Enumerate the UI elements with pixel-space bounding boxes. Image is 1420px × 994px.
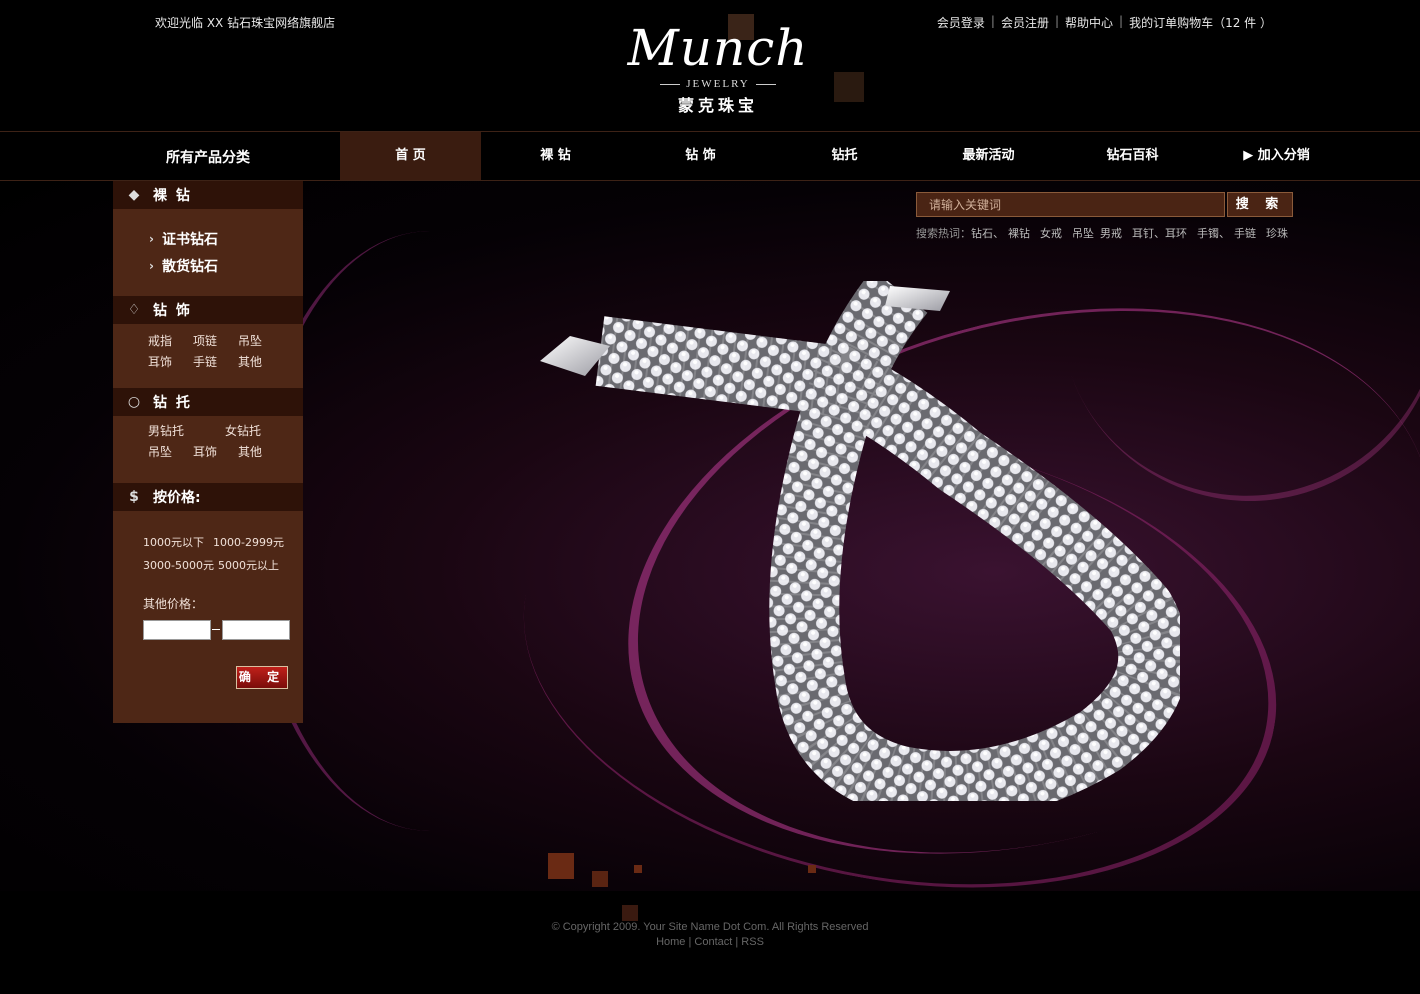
decor-square xyxy=(548,853,574,879)
dollar-icon: $ xyxy=(129,489,141,505)
nav-item-mounting[interactable]: 钻托 xyxy=(774,132,915,180)
copyright-text: © Copyright 2009. Your Site Name Dot Com… xyxy=(551,921,869,933)
sidebar-item-ring[interactable]: 戒指 xyxy=(148,332,172,349)
price-option-1000-2999[interactable]: 1000-2999元 xyxy=(213,534,284,550)
decor-square xyxy=(634,865,642,873)
chevron-right-icon: › xyxy=(149,232,154,246)
nav-item-events[interactable]: 最新活动 xyxy=(918,132,1059,180)
nav-item-distribution[interactable]: ▶ 加入分销 xyxy=(1206,132,1347,180)
ring-icon: ○ xyxy=(127,394,143,410)
category-sidebar: ◆ 裸 钻 › 证书钻石 › 散货钻石 ♢ 钻 饰 戒指 项链 吊坠 耳饰 手链… xyxy=(113,181,303,723)
hot-word[interactable]: 珍珠 xyxy=(1266,225,1288,241)
price-option-3000-5000[interactable]: 3000-5000元 xyxy=(143,557,214,573)
sidebar-item-men-mount[interactable]: 男钻托 xyxy=(148,422,184,439)
footer-links: Home | Contact | RSS xyxy=(656,936,764,948)
footer-link-home[interactable]: Home xyxy=(656,936,685,948)
logo-script: Munch xyxy=(627,19,809,77)
sidebar-item-pendant[interactable]: 吊坠 xyxy=(238,332,262,349)
decor-square xyxy=(808,865,816,873)
all-categories-label: 所有产品分类 xyxy=(166,150,250,166)
decor-square xyxy=(592,871,608,887)
site-logo[interactable]: Munch JEWELRY 蒙克珠宝 xyxy=(608,20,828,120)
price-range-dash xyxy=(212,629,220,630)
page-footer: © Copyright 2009. Your Site Name Dot Com… xyxy=(0,891,1420,994)
price-option-over-5000[interactable]: 5000元以上 xyxy=(218,557,279,573)
main-nav: 所有产品分类 首 页 裸 钻 钻 饰 钻托 最新活动 钻石百科 ▶ 加入分销 xyxy=(0,131,1420,181)
top-bar: 欢迎光临 XX 钻石珠宝网络旗舰店 Munch JEWELRY 蒙克珠宝 会员登… xyxy=(0,0,1420,131)
nav-item-home[interactable]: 首 页 xyxy=(340,132,481,180)
search-input[interactable] xyxy=(916,192,1225,217)
hot-search-label: 搜索热词： xyxy=(916,227,971,240)
top-links: 会员登录 | 会员注册 | 帮助中心 | 我的订单购物车（12 件 ） xyxy=(936,14,1272,31)
decor-square xyxy=(622,905,638,921)
sidebar-link-certified-diamond[interactable]: › 证书钻石 xyxy=(149,229,218,249)
sidebar-head-loose-diamond: ◆ 裸 钻 xyxy=(113,181,303,209)
min-price-input[interactable] xyxy=(143,620,211,640)
logo-chinese-name: 蒙克珠宝 xyxy=(677,96,758,115)
hot-word[interactable]: 吊坠 xyxy=(1072,225,1094,241)
sidebar-item-other[interactable]: 其他 xyxy=(238,353,262,370)
max-price-input[interactable] xyxy=(222,620,290,640)
sidebar-item-women-mount[interactable]: 女钻托 xyxy=(225,422,261,439)
logo-subtitle: JEWELRY xyxy=(608,78,828,90)
sidebar-item-necklace[interactable]: 项链 xyxy=(193,332,217,349)
sidebar-head-jewelry: ♢ 钻 饰 xyxy=(113,296,303,324)
hot-word[interactable]: 手链 xyxy=(1234,225,1256,241)
sidebar-item-bracelet[interactable]: 手链 xyxy=(193,353,217,370)
welcome-text: 欢迎光临 XX 钻石珠宝网络旗舰店 xyxy=(155,16,336,30)
diamond-icon: ◆ xyxy=(128,187,142,203)
footer-link-contact[interactable]: Contact xyxy=(694,936,732,948)
login-link[interactable]: 会员登录 xyxy=(937,14,985,31)
nav-item-loose-diamond[interactable]: 裸 钻 xyxy=(485,132,626,180)
help-link[interactable]: 帮助中心 xyxy=(1065,14,1113,31)
nav-item-encyclopedia[interactable]: 钻石百科 xyxy=(1062,132,1203,180)
chevron-right-icon: › xyxy=(149,259,154,273)
sidebar-link-bulk-diamond[interactable]: › 散货钻石 xyxy=(149,256,218,276)
decor-square xyxy=(834,72,864,102)
sidebar-item-earring-mount[interactable]: 耳饰 xyxy=(193,443,217,460)
hot-search-words: 搜索热词： 钻石、 裸钻 女戒 吊坠 男戒 耳钉、耳环 手镯、 手链 珍珠 xyxy=(916,225,1288,241)
diamond-bracelet-image xyxy=(540,281,1180,801)
search-button[interactable]: 搜 索 xyxy=(1227,192,1293,217)
nav-item-jewelry[interactable]: 钻 饰 xyxy=(630,132,771,180)
sidebar-head-mounting: ○ 钻 托 xyxy=(113,388,303,416)
sidebar-head-price: $ 按价格: xyxy=(113,483,303,511)
hot-word[interactable]: 钻石、 xyxy=(971,225,1004,241)
register-link[interactable]: 会员注册 xyxy=(1001,14,1049,31)
cart-link[interactable]: 我的订单购物车（12 件 ） xyxy=(1129,14,1272,31)
confirm-price-button[interactable]: 确 定 xyxy=(236,666,288,689)
other-price-label: 其他价格： xyxy=(143,597,204,611)
hot-word[interactable]: 手镯、 xyxy=(1197,225,1230,241)
hot-word[interactable]: 耳钉、耳环 xyxy=(1132,225,1187,241)
sidebar-item-pendant-mount[interactable]: 吊坠 xyxy=(148,443,172,460)
hot-word[interactable]: 裸钻 xyxy=(1008,225,1030,241)
hot-word[interactable]: 女戒 xyxy=(1040,225,1062,241)
sidebar-item-other-mount[interactable]: 其他 xyxy=(238,443,262,460)
sidebar-item-earring[interactable]: 耳饰 xyxy=(148,353,172,370)
footer-link-rss[interactable]: RSS xyxy=(741,936,764,948)
price-option-under-1000[interactable]: 1000元以下 xyxy=(143,534,204,550)
shield-gem-icon: ♢ xyxy=(127,302,143,318)
hot-word[interactable]: 男戒 xyxy=(1100,225,1122,241)
